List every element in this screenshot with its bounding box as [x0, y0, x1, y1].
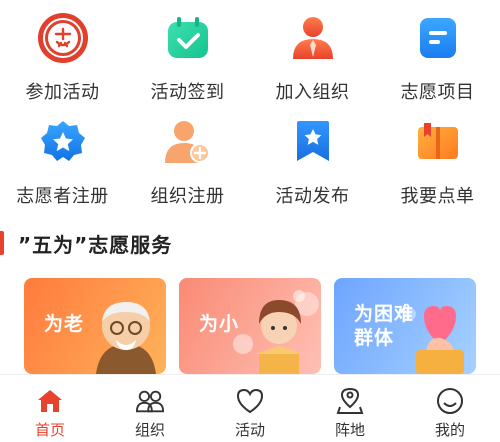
card-needy-groups[interactable]: 为困难 群体	[334, 278, 476, 374]
section-accent-bar	[0, 231, 4, 255]
grid-item-activity-publish[interactable]: 活动发布	[250, 114, 375, 218]
grid-item-activity-checkin[interactable]: 活动签到	[125, 10, 250, 114]
card-children[interactable]: 为小	[179, 278, 321, 374]
card-label-line1: 为困难	[354, 303, 415, 325]
grid-item-label: 参加活动	[25, 82, 100, 103]
bottom-tab-bar: 首页 组织 活动 阵地 我的	[0, 374, 500, 442]
tab-label: 活动	[234, 421, 265, 439]
tab-mine[interactable]: 我的	[400, 375, 500, 442]
grid-item-label: 志愿项目	[400, 82, 475, 103]
tab-label: 首页	[34, 421, 65, 439]
bookmark-star-icon	[285, 114, 341, 170]
elderly-illustration-icon	[96, 302, 156, 374]
section-header: ”五为”志愿服务	[0, 226, 172, 260]
smile-icon	[436, 387, 464, 415]
grid-item-label: 活动发布	[275, 186, 350, 207]
calendar-check-icon	[160, 10, 216, 66]
tab-label: 阵地	[334, 421, 365, 439]
tab-organization[interactable]: 组织	[100, 375, 200, 442]
heart-icon	[236, 387, 264, 415]
service-grid: 参加活动 活动签到 加入组织 志愿项目 志愿者注册 组织注册 活动发布 我要点单	[0, 0, 500, 218]
heart-hand-illustration-icon	[404, 306, 464, 374]
grid-item-label: 组织注册	[150, 186, 225, 207]
card-elderly[interactable]: 为老	[24, 278, 166, 374]
grid-item-label: 加入组织	[275, 82, 350, 103]
grid-item-join-organization[interactable]: 加入组织	[250, 10, 375, 114]
grid-item-label: 活动签到	[150, 82, 225, 103]
seal-icon	[35, 10, 91, 66]
document-icon	[410, 10, 466, 66]
grid-item-volunteer-project[interactable]: 志愿项目	[375, 10, 500, 114]
card-label-line2: 群体	[354, 327, 395, 349]
grid-item-volunteer-register[interactable]: 志愿者注册	[0, 114, 125, 218]
tab-base[interactable]: 阵地	[300, 375, 400, 442]
home-icon	[36, 387, 64, 415]
star-badge-icon	[35, 114, 91, 170]
child-illustration-icon	[233, 290, 319, 374]
grid-item-my-order[interactable]: 我要点单	[375, 114, 500, 218]
location-pin-icon	[336, 387, 364, 415]
group-icon	[136, 387, 164, 415]
add-user-icon	[160, 114, 216, 170]
service-grid-row-2: 志愿者注册 组织注册 活动发布 我要点单	[0, 114, 500, 218]
tab-label: 组织	[134, 421, 165, 439]
service-grid-row-1: 参加活动 活动签到 加入组织 志愿项目	[0, 10, 500, 114]
tab-activity[interactable]: 活动	[200, 375, 300, 442]
card-label: 为老	[44, 313, 85, 335]
book-icon	[410, 114, 466, 170]
tab-home[interactable]: 首页	[0, 375, 100, 442]
grid-item-label: 志愿者注册	[16, 186, 109, 207]
person-tie-icon	[285, 10, 341, 66]
service-cards: 为老 为小 为困难 群体	[24, 278, 476, 374]
grid-item-label: 我要点单	[400, 186, 475, 207]
section-title: ”五为”志愿服务	[18, 232, 173, 257]
tab-label: 我的	[434, 421, 465, 439]
card-label: 为小	[199, 313, 240, 335]
grid-item-join-activity[interactable]: 参加活动	[0, 10, 125, 114]
grid-item-organization-register[interactable]: 组织注册	[125, 114, 250, 218]
